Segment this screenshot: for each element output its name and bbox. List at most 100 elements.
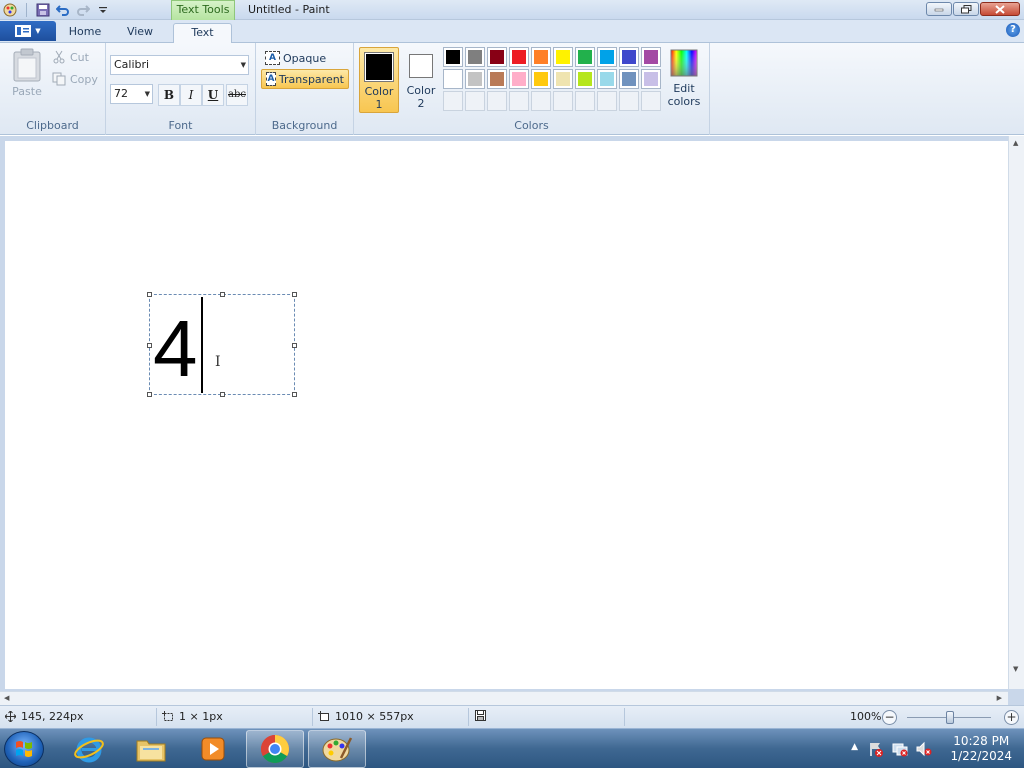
palette-swatch-empty[interactable] — [487, 91, 507, 111]
taskbar-media-player[interactable] — [184, 730, 242, 768]
volume-muted-icon[interactable] — [916, 741, 932, 757]
scroll-down-icon[interactable]: ▼ — [1013, 665, 1018, 673]
resize-handle-bottom[interactable] — [220, 392, 225, 397]
palette-swatch-empty[interactable] — [509, 91, 529, 111]
opaque-button[interactable]: A Opaque — [261, 48, 330, 68]
scroll-right-icon[interactable]: ▶ — [997, 694, 1002, 702]
resize-handle-right[interactable] — [292, 343, 297, 348]
resize-handle-top-left[interactable] — [147, 292, 152, 297]
start-button[interactable] — [4, 731, 44, 767]
maximize-button[interactable] — [953, 2, 979, 16]
taskbar-chrome[interactable] — [246, 730, 304, 768]
palette-swatch[interactable] — [531, 47, 551, 67]
palette-swatch[interactable] — [509, 47, 529, 67]
close-button[interactable] — [980, 2, 1020, 16]
palette-swatch[interactable] — [575, 69, 595, 89]
palette-swatch[interactable] — [597, 69, 617, 89]
palette-swatch[interactable] — [531, 69, 551, 89]
text-box[interactable]: 4 I — [147, 292, 297, 397]
zoom-slider-thumb[interactable] — [946, 711, 954, 724]
font-size-dropdown[interactable]: 72 ▼ — [110, 84, 153, 104]
palette-swatch[interactable] — [641, 69, 661, 89]
paste-button[interactable]: Paste — [8, 48, 46, 98]
palette-swatch[interactable] — [575, 47, 595, 67]
palette-swatch-empty[interactable] — [575, 91, 595, 111]
palette-swatch-empty[interactable] — [619, 91, 639, 111]
resize-handle-left[interactable] — [147, 343, 152, 348]
save-icon[interactable] — [35, 2, 51, 18]
palette-swatch[interactable] — [553, 69, 573, 89]
palette-swatch-empty[interactable] — [553, 91, 573, 111]
drawing-canvas[interactable]: 4 I — [5, 141, 1008, 689]
italic-button[interactable]: I — [180, 84, 202, 106]
taskbar-file-explorer[interactable] — [122, 730, 180, 768]
network-icon[interactable] — [892, 741, 908, 757]
title-bar: Text Tools Untitled - Paint — [0, 0, 1024, 20]
tab-home[interactable]: Home — [62, 23, 108, 43]
zoom-out-button[interactable]: − — [882, 710, 897, 725]
resize-handle-bottom-left[interactable] — [147, 392, 152, 397]
palette-swatch-empty[interactable] — [641, 91, 661, 111]
paint-app-icon[interactable] — [2, 2, 18, 18]
scissors-icon — [53, 50, 65, 64]
paint-menu-button[interactable]: ▼ — [0, 21, 56, 41]
bold-button[interactable]: B — [158, 84, 180, 106]
palette-swatch[interactable] — [553, 47, 573, 67]
color-1-button[interactable]: Color 1 — [359, 47, 399, 113]
transparent-button[interactable]: A Transparent — [261, 69, 349, 89]
palette-swatch-empty[interactable] — [597, 91, 617, 111]
redo-icon[interactable] — [75, 2, 91, 18]
palette-swatch[interactable] — [619, 69, 639, 89]
palette-swatch[interactable] — [641, 47, 661, 67]
copy-button[interactable]: Copy — [52, 72, 98, 86]
minimize-button[interactable] — [926, 2, 952, 16]
strikethrough-button[interactable]: abc — [226, 84, 248, 106]
underline-button[interactable]: U — [202, 84, 224, 106]
palette-swatch-empty[interactable] — [531, 91, 551, 111]
palette-swatch[interactable] — [619, 47, 639, 67]
ribbon-tab-bar: ▼ Home View Text ? — [0, 20, 1024, 44]
edit-colors-button[interactable]: Edit colors — [664, 49, 704, 108]
palette-swatch[interactable] — [465, 47, 485, 67]
selection-size: 1 × 1px — [162, 710, 223, 723]
action-center-flag-icon[interactable] — [868, 741, 884, 757]
resize-handle-top-right[interactable] — [292, 292, 297, 297]
customize-qat-icon[interactable] — [95, 2, 111, 18]
horizontal-scrollbar[interactable]: ◀ ▶ — [0, 691, 1008, 705]
clock[interactable]: 10:28 PM 1/22/2024 — [950, 734, 1012, 764]
canvas-size-icon — [318, 711, 329, 721]
vertical-scrollbar[interactable]: ▲ ▼ — [1008, 136, 1024, 689]
resize-handle-bottom-right[interactable] — [292, 392, 297, 397]
scroll-left-icon[interactable]: ◀ — [4, 694, 9, 702]
scroll-up-icon[interactable]: ▲ — [1013, 139, 1018, 147]
palette-swatch[interactable] — [465, 69, 485, 89]
tab-text[interactable]: Text — [173, 23, 232, 44]
show-hidden-icons-icon[interactable]: ▲ — [851, 742, 858, 752]
palette-swatch[interactable] — [487, 69, 507, 89]
palette-swatch[interactable] — [487, 47, 507, 67]
palette-swatch[interactable] — [509, 69, 529, 89]
palette-swatch-empty[interactable] — [443, 91, 463, 111]
help-icon[interactable]: ? — [1006, 23, 1020, 37]
palette-swatch[interactable] — [443, 69, 463, 89]
zoom-in-button[interactable]: + — [1004, 710, 1019, 725]
color-1-label-line2: 1 — [375, 98, 383, 111]
taskbar-internet-explorer[interactable] — [60, 730, 118, 768]
palette-swatch[interactable] — [443, 47, 463, 67]
palette-swatch-empty[interactable] — [465, 91, 485, 111]
paint-palette-icon — [322, 737, 353, 762]
color-2-button[interactable]: Color 2 — [401, 47, 441, 113]
resize-handle-top[interactable] — [220, 292, 225, 297]
status-divider — [312, 708, 313, 726]
windows-logo-icon — [16, 741, 32, 757]
taskbar-paint[interactable] — [308, 730, 366, 768]
palette-swatch[interactable] — [597, 47, 617, 67]
tab-view[interactable]: View — [118, 23, 162, 43]
palette-swatch-color — [512, 72, 526, 86]
color-2-swatch — [409, 54, 433, 78]
cut-button[interactable]: Cut — [52, 50, 89, 64]
palette-swatch-color — [600, 94, 614, 108]
palette-swatch-color — [556, 72, 570, 86]
font-family-dropdown[interactable]: Calibri ▼ — [110, 55, 249, 75]
undo-icon[interactable] — [55, 2, 71, 18]
